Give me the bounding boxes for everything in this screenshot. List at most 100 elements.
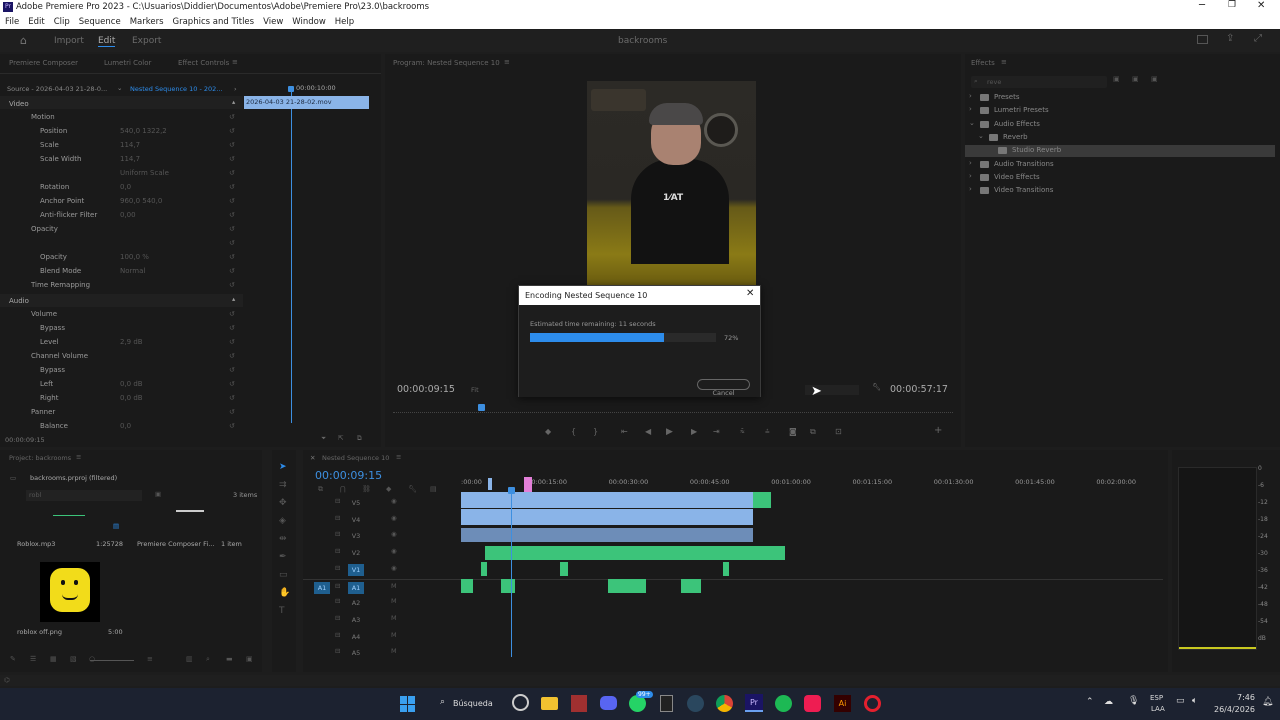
wrench-icon[interactable]: 🔧︎: [872, 383, 881, 391]
roblox-thumbnail[interactable]: [40, 562, 100, 622]
volume-icon[interactable]: 🔈︎: [1192, 696, 1197, 706]
ec-row-value[interactable]: Uniform Scale: [120, 166, 169, 180]
timeline-clip[interactable]: [461, 579, 473, 593]
reset-icon[interactable]: ↺: [229, 194, 235, 208]
program-menu-icon[interactable]: ≡: [504, 58, 510, 66]
timeline-clip[interactable]: [753, 492, 771, 508]
reset-icon[interactable]: ↺: [229, 110, 235, 124]
ec-row-value[interactable]: 0,00: [120, 208, 136, 222]
play-audio-icon[interactable]: ⇱: [338, 434, 343, 442]
32bit-effects-icon[interactable]: ▣: [1132, 75, 1139, 83]
reset-icon[interactable]: ↺: [229, 138, 235, 152]
chevron-right-icon[interactable]: ›: [969, 172, 972, 180]
clock-time[interactable]: 7:46: [1237, 693, 1255, 702]
panel-menu-icon[interactable]: ≡: [232, 58, 238, 66]
go-to-out-icon[interactable]: ⇥: [713, 427, 720, 436]
reset-icon[interactable]: ↺: [229, 335, 235, 349]
file-explorer-icon[interactable]: [541, 697, 558, 710]
reset-icon[interactable]: ↺: [229, 180, 235, 194]
discord-icon[interactable]: [600, 696, 617, 710]
collapse-video-icon[interactable]: ▴: [232, 98, 235, 106]
task-view-icon[interactable]: [512, 694, 529, 711]
accelerated-effects-icon[interactable]: ▣: [1113, 75, 1120, 83]
ec-row[interactable]: Channel Volume ↺: [0, 349, 243, 363]
ec-row[interactable]: Blend Mode Normal ↺: [0, 264, 243, 278]
ec-row[interactable]: Uniform Scale ↺: [0, 166, 243, 180]
reset-icon[interactable]: ↺: [229, 307, 235, 321]
timeline-clip[interactable]: [461, 528, 753, 542]
project-item-roblox-mp3[interactable]: Roblox.mp3: [17, 540, 55, 548]
reset-icon[interactable]: ↺: [229, 152, 235, 166]
ec-row-value[interactable]: 960,0 540,0: [120, 194, 162, 208]
effects-tree-item[interactable]: › Presets: [965, 92, 1275, 104]
chevron-right-icon[interactable]: ›: [969, 159, 972, 167]
chevron-down-icon[interactable]: ⌄: [117, 84, 122, 92]
type-tool-icon[interactable]: T: [279, 606, 285, 616]
ec-row[interactable]: Balance 0,0 ↺: [0, 419, 243, 433]
mark-in-icon[interactable]: {: [571, 427, 576, 436]
premiere-icon[interactable]: Pr: [745, 694, 763, 712]
taskbar-search[interactable]: ⌕ Búsqueda: [432, 695, 498, 713]
ec-row[interactable]: Motion ↺: [0, 110, 243, 124]
collapse-audio-icon[interactable]: ▴: [232, 295, 235, 303]
language-label[interactable]: ESP: [1150, 694, 1163, 702]
freeform-view-icon[interactable]: ▧: [70, 655, 77, 663]
timeline-clip[interactable]: [481, 562, 487, 576]
ec-row[interactable]: Bypass ↺: [0, 321, 243, 335]
play-icon[interactable]: ▶: [666, 427, 673, 437]
filter-icon[interactable]: ⏷: [321, 434, 326, 443]
reset-icon[interactable]: ↺: [229, 208, 235, 222]
timeline-clip[interactable]: [560, 562, 568, 576]
yuv-effects-icon[interactable]: ▣: [1151, 75, 1158, 83]
project-search-field[interactable]: robl: [26, 490, 142, 501]
opera-icon[interactable]: [864, 695, 881, 712]
timeline-clip[interactable]: [485, 546, 785, 560]
fit-dropdown[interactable]: Fit: [471, 386, 479, 394]
ec-row[interactable]: Opacity 100,0 % ↺: [0, 250, 243, 264]
effects-tree-item[interactable]: › Audio Transitions: [965, 159, 1275, 171]
close-icon[interactable]: ✕: [1257, 0, 1265, 11]
chevron-right-icon[interactable]: ›: [234, 85, 237, 93]
vr-icon[interactable]: ⊡: [835, 427, 842, 436]
reset-icon[interactable]: ↺: [229, 278, 235, 292]
timeline-playhead-marker[interactable]: [508, 487, 515, 494]
tiktok-icon[interactable]: [804, 695, 821, 712]
camera-icon[interactable]: ◙: [789, 427, 797, 436]
ec-row-value[interactable]: Normal: [120, 264, 145, 278]
tab-export[interactable]: Export: [132, 36, 161, 46]
menu-help[interactable]: Help: [335, 17, 354, 27]
maximize-icon[interactable]: ❐: [1228, 0, 1236, 10]
go-to-in-icon[interactable]: ⇤: [621, 427, 628, 436]
ec-row[interactable]: ↺: [0, 236, 243, 250]
compare-icon[interactable]: ⧉: [810, 427, 816, 437]
reset-icon[interactable]: ↺: [229, 349, 235, 363]
ec-row[interactable]: Time Remapping ↺: [0, 278, 243, 292]
selection-tool-icon[interactable]: ➤: [279, 462, 287, 472]
ec-row[interactable]: Panner ↺: [0, 405, 243, 419]
effects-tree-item[interactable]: › Video Effects: [965, 172, 1275, 184]
ec-row-value[interactable]: 114,7: [120, 152, 140, 166]
icon-view-icon[interactable]: ▦: [50, 655, 57, 663]
language-sub-label[interactable]: LAA: [1151, 705, 1165, 713]
timeline-clip[interactable]: [501, 579, 515, 593]
home-icon[interactable]: ⌂: [20, 34, 27, 47]
timeline-clip[interactable]: [461, 492, 753, 508]
extract-icon[interactable]: ⩮: [765, 427, 770, 437]
project-thumb-audio[interactable]: [53, 508, 85, 516]
ripple-edit-icon[interactable]: ✥: [279, 498, 287, 508]
effects-menu-icon[interactable]: ≡: [1001, 58, 1007, 66]
menu-sequence[interactable]: Sequence: [79, 17, 121, 27]
fullscreen-icon[interactable]: ⤢: [1254, 33, 1262, 44]
ec-row[interactable]: Left 0,0 dB ↺: [0, 377, 243, 391]
cancel-button[interactable]: Cancel: [697, 379, 750, 397]
ec-row[interactable]: Right 0,0 dB ↺: [0, 391, 243, 405]
ec-row[interactable]: Rotation 0,0 ↺: [0, 180, 243, 194]
ec-row[interactable]: Anchor Point 960,0 540,0 ↺: [0, 194, 243, 208]
steam-icon[interactable]: [687, 695, 704, 712]
mark-out-icon[interactable]: }: [593, 427, 598, 436]
clock-date[interactable]: 26/4/2026: [1214, 705, 1255, 714]
reset-icon[interactable]: ↺: [229, 363, 235, 377]
ec-row-value[interactable]: 540,0 1322,2: [120, 124, 167, 138]
reset-icon[interactable]: ↺: [229, 391, 235, 405]
list-view-icon[interactable]: ☰: [30, 655, 36, 663]
